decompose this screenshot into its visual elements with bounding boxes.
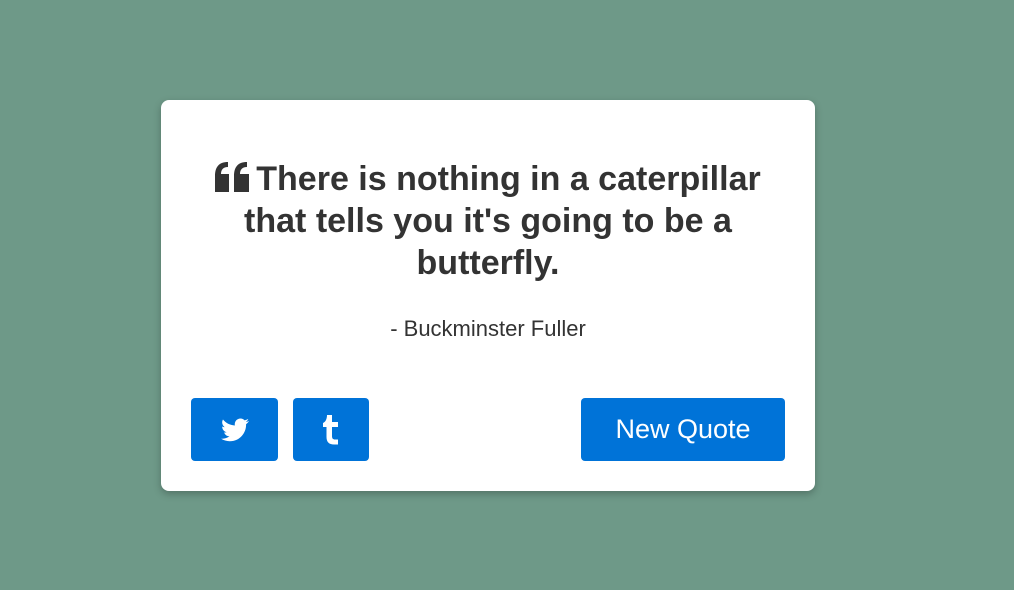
quote-left-icon (215, 162, 250, 192)
quote-author: - Buckminster Fuller (390, 316, 586, 341)
quote-text: There is nothing in a caterpillar that t… (244, 160, 761, 282)
quote-card: There is nothing in a caterpillar that t… (161, 100, 815, 491)
tweet-quote-button[interactable] (191, 398, 278, 461)
quote-text-container: There is nothing in a caterpillar that t… (191, 158, 785, 284)
twitter-icon (220, 417, 249, 442)
new-quote-button[interactable]: New Quote (581, 398, 785, 461)
tumblr-icon (322, 414, 340, 445)
tumblr-post-button[interactable] (293, 398, 369, 461)
